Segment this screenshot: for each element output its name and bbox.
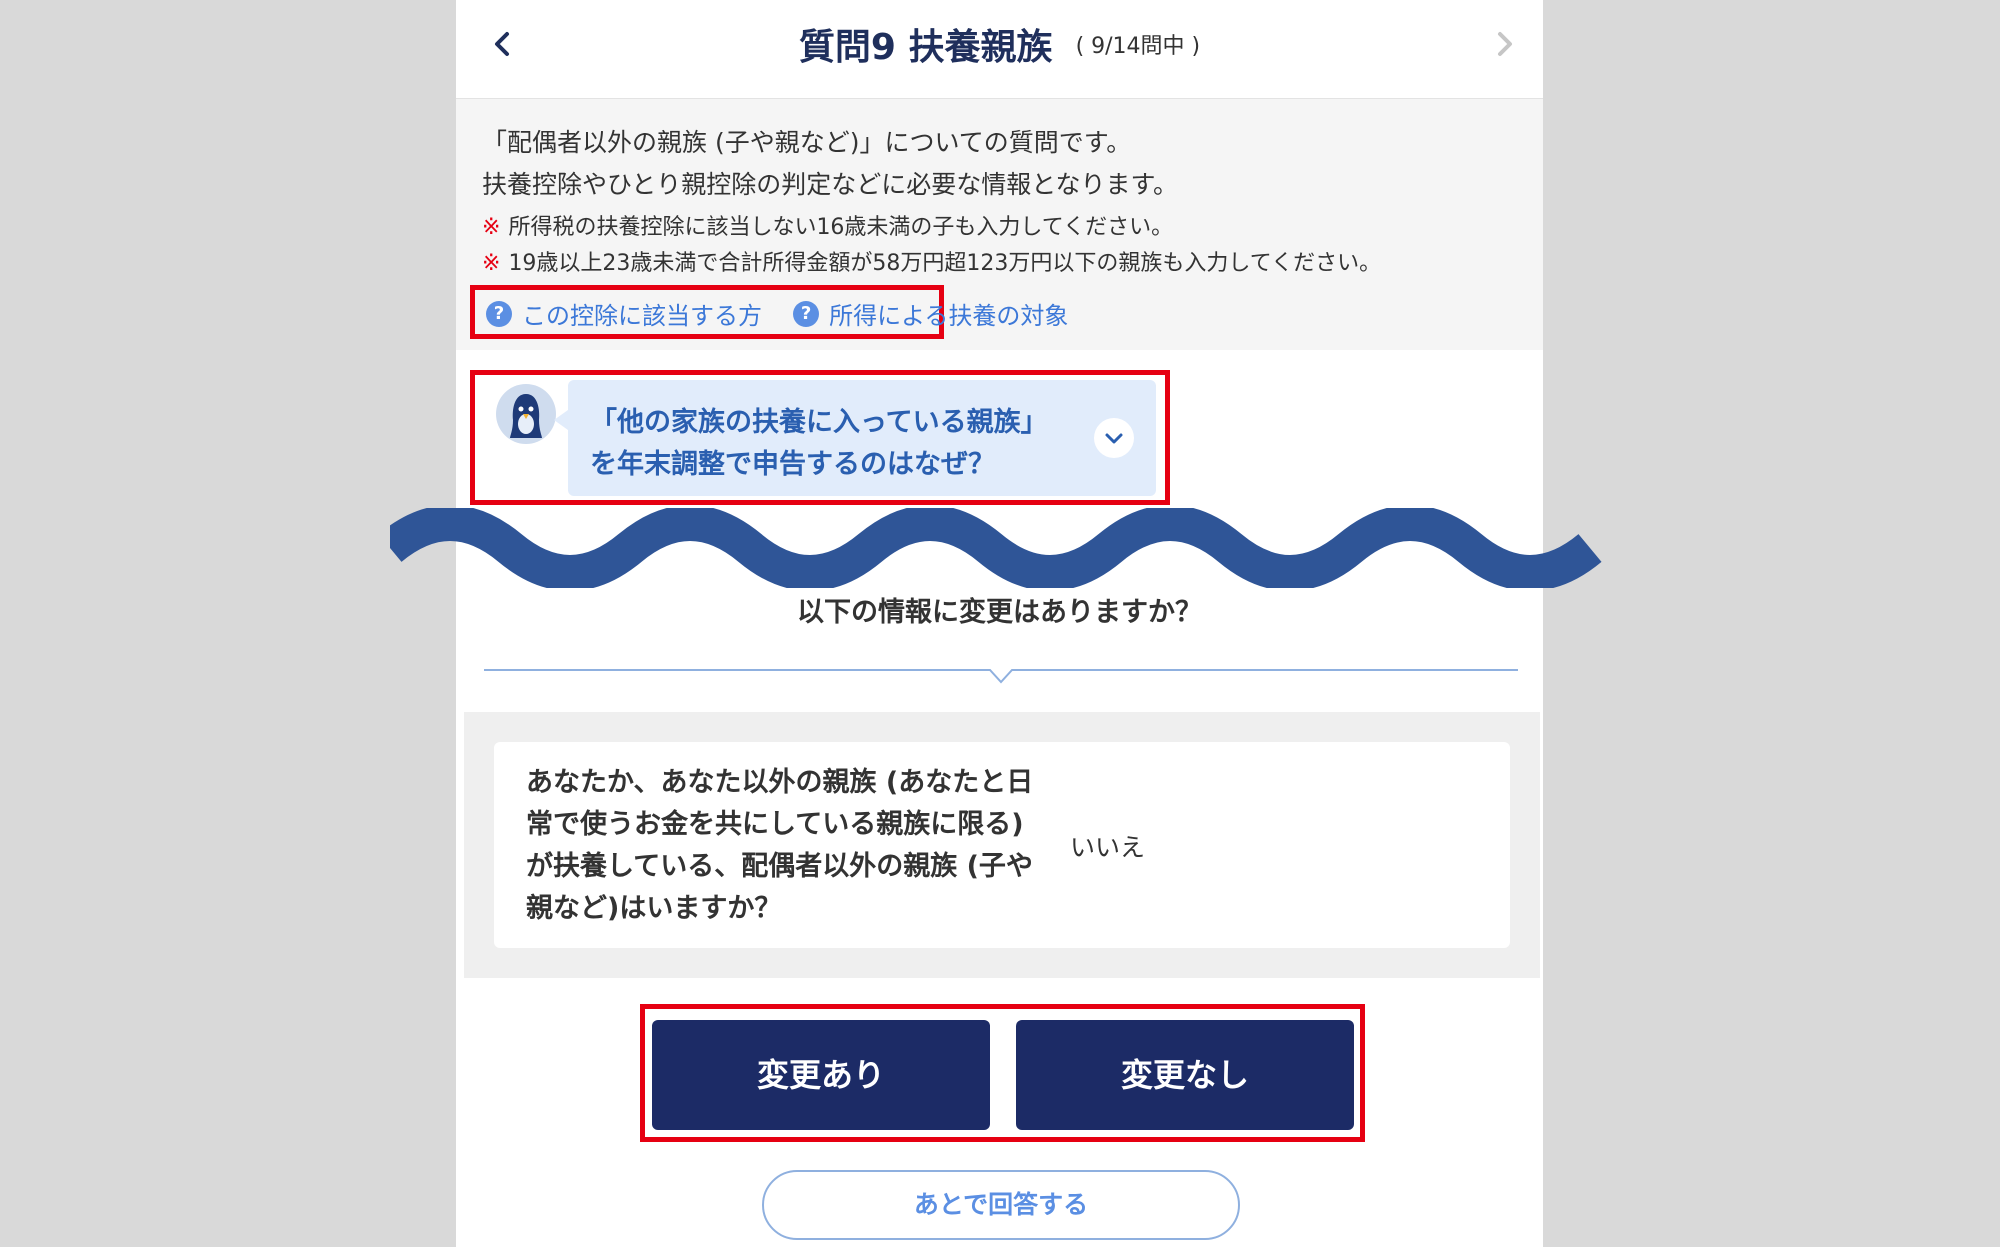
next-button[interactable] [1485, 24, 1525, 64]
progress-indicator: ( 9/14問中 ) [1075, 34, 1201, 59]
help-link-label: 所得による扶養の対象 [829, 302, 1069, 330]
card-answer: いいえ [1070, 833, 1146, 862]
faq-line-1: 「他の家族の扶養に入っている親族」 [590, 407, 1048, 438]
question-circle-icon: ? [486, 300, 512, 327]
help-links: ? この控除に該当する方 ? 所得による扶養の対象 [486, 296, 1094, 336]
divider-arrow [484, 669, 1518, 684]
help-link-income[interactable]: ? 所得による扶養の対象 [793, 296, 1068, 331]
faq-bubble[interactable]: 「他の家族の扶養に入っている親族」 を年末調整で申告するのはなぜ？ [554, 380, 1156, 496]
expand-button[interactable] [1094, 418, 1134, 458]
page-title-area: 質問9 扶養親族 ( 9/14問中 ) [456, 18, 1543, 70]
faq-line-2: を年末調整で申告するのはなぜ？ [590, 449, 995, 480]
answer-card: あなたか、あなた以外の親族 (あなたと日常で使うお金を共にしている親族に限る) … [494, 742, 1510, 948]
note-text: 19歳以上23歳未満で合計所得金額が58万円超123万円以下の親族も入力してくだ… [508, 251, 1382, 276]
intro-line-2: 扶養控除やひとり親控除の判定などに必要な情報となります。 [482, 170, 1179, 199]
card-question: あなたか、あなた以外の親族 (あなたと日常で使うお金を共にしている親族に限る) … [526, 767, 1034, 924]
highlight-box-buttons [640, 1004, 1365, 1142]
note-mark: ※ [482, 251, 501, 276]
help-link-eligible[interactable]: ? この控除に該当する方 [486, 296, 762, 331]
penguin-mascot-icon [496, 384, 556, 444]
intro-note-1: ※ 所得税の扶養控除に該当しない16歳未満の子も入力してください。 [482, 209, 1173, 241]
chevron-right-icon [1498, 32, 1512, 56]
question-circle-icon: ? [793, 300, 820, 327]
note-mark: ※ [482, 215, 501, 240]
page-title: 質問9 扶養親族 [798, 27, 1053, 68]
wave-separator [390, 508, 1602, 588]
question-heading: 以下の情報に変更はありますか？ [797, 597, 1202, 628]
intro-note-2: ※ 19歳以上23歳未満で合計所得金額が58万円超123万円以下の親族も入力してく… [482, 245, 1381, 277]
chevron-down-icon [1105, 433, 1123, 444]
help-link-label: この控除に該当する方 [522, 302, 762, 330]
answer-later-button[interactable]: あとで回答する [762, 1170, 1240, 1240]
header: 質問9 扶養親族 ( 9/14問中 ) [456, 0, 1543, 99]
note-text: 所得税の扶養控除に該当しない16歳未満の子も入力してください。 [508, 215, 1174, 240]
intro-line-1: 「配偶者以外の親族 (子や親など)」についての質問です。 [482, 128, 1132, 157]
